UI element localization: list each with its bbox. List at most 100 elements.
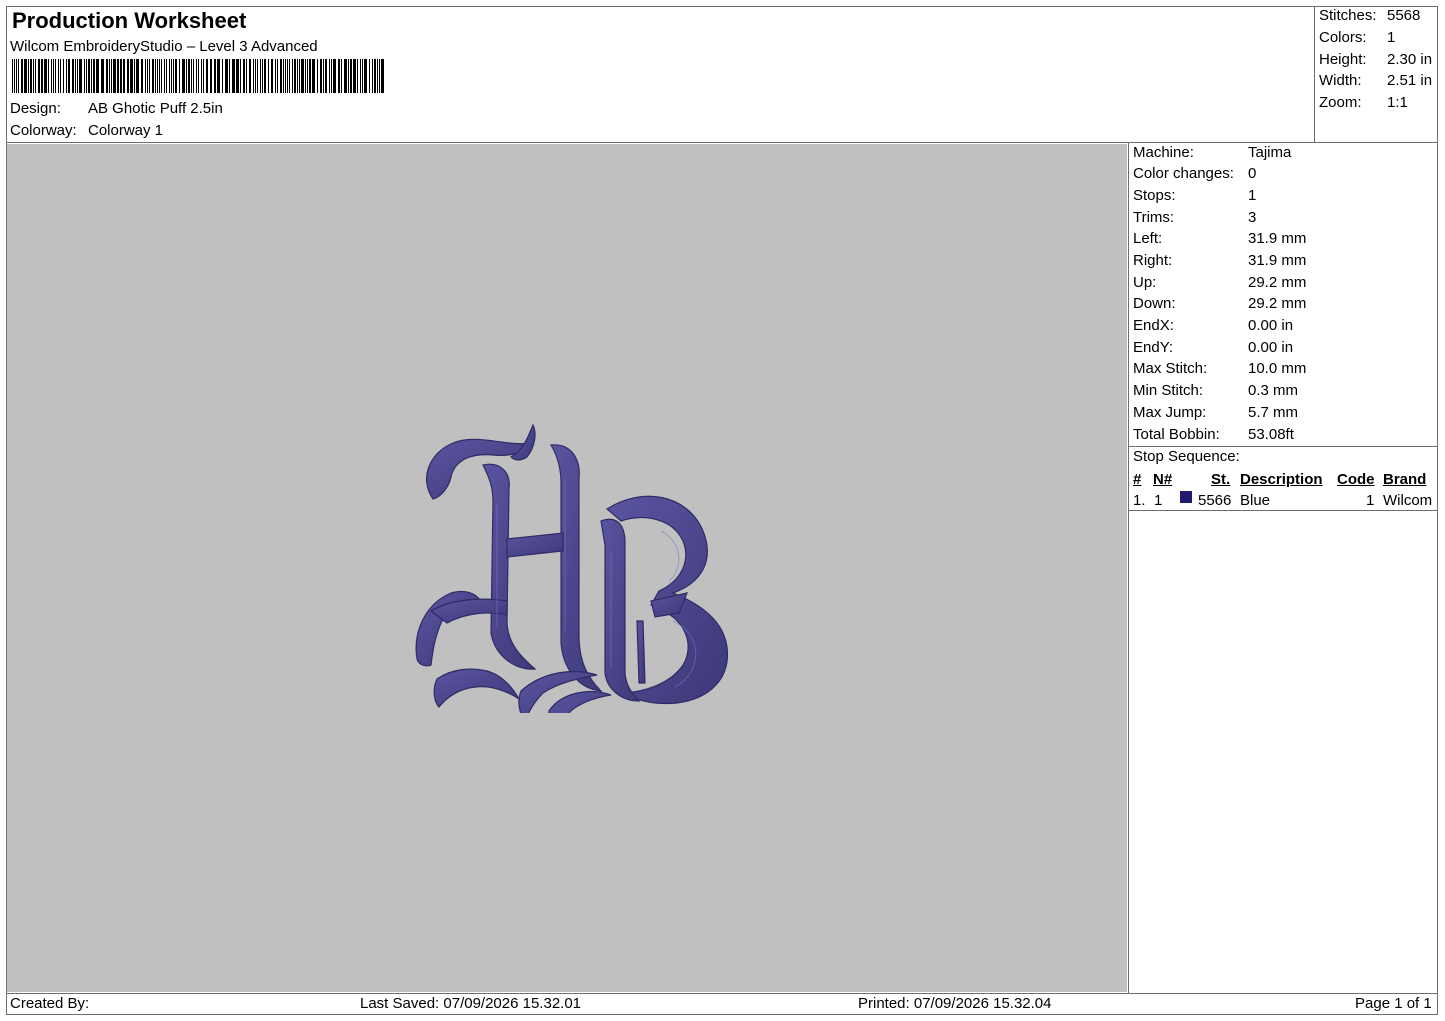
barcode-bar: [175, 59, 177, 93]
barcode-bar: [186, 59, 187, 93]
barcode-bar: [91, 59, 92, 93]
barcode-bar: [292, 59, 293, 93]
barcode-bar: [109, 59, 110, 93]
barcode-bar: [164, 59, 165, 93]
column-header-stitches: St.: [1211, 471, 1231, 488]
machine-info-label: Min Stitch:: [1133, 382, 1204, 399]
barcode-bar: [277, 59, 278, 93]
barcode-bar: [12, 59, 13, 93]
barcode-bar: [350, 59, 352, 93]
barcode-bar: [294, 59, 296, 93]
machine-info-value: 0: [1248, 165, 1257, 182]
barcode-bar: [77, 59, 78, 93]
software-name: Wilcom EmbroideryStudio – Level 3 Advanc…: [10, 38, 318, 55]
barcode-bar: [309, 59, 311, 93]
sidebar-divider: [1128, 142, 1129, 994]
column-header-brand: Brand: [1383, 471, 1427, 488]
row-index: 1.: [1133, 492, 1146, 509]
barcode-bar: [134, 59, 135, 93]
header-divider: [6, 142, 1438, 143]
barcode-bar: [171, 59, 172, 93]
barcode-bar: [364, 59, 367, 93]
barcode-bar: [257, 59, 258, 93]
barcode-bar: [246, 59, 247, 93]
barcode-bar: [225, 59, 228, 93]
barcode-bar: [101, 59, 104, 93]
machine-info-label: Total Bobbin:: [1133, 426, 1220, 443]
row-stitches: 5566: [1198, 492, 1232, 509]
barcode-bar: [58, 59, 59, 93]
letter-b-strokes: [518, 495, 729, 713]
barcode-bar: [253, 59, 254, 93]
barcode-bar: [16, 59, 17, 93]
column-header-code: Code: [1337, 471, 1375, 488]
barcode-bar: [379, 59, 380, 93]
machine-info-label: EndX:: [1133, 317, 1174, 334]
barcode-bar: [201, 59, 202, 93]
barcode-bar: [268, 59, 269, 93]
printed-date: Printed: 07/09/2026 15.32.04: [858, 995, 1052, 1012]
barcode-bar: [30, 59, 32, 93]
barcode-bar: [28, 59, 29, 93]
barcode-bar: [63, 59, 64, 93]
barcode-bar: [341, 59, 342, 93]
barcode-bar: [79, 59, 82, 93]
barcode-bar: [353, 59, 356, 93]
summary-label: Height:: [1319, 51, 1367, 68]
letter-a-strokes: [415, 423, 603, 708]
thread-color-swatch: [1180, 491, 1192, 503]
machine-info-value: 0.3 mm: [1248, 382, 1299, 399]
machine-info-value: 0.00 in: [1248, 317, 1294, 334]
last-saved: Last Saved: 07/09/2026 15.32.01: [360, 995, 582, 1012]
barcode-bar: [96, 59, 99, 93]
barcode-bar: [381, 59, 384, 93]
column-header-description: Description: [1240, 471, 1323, 488]
barcode-bar: [206, 59, 208, 93]
barcode-bar: [289, 59, 290, 93]
barcode-bar: [372, 59, 373, 93]
barcode-bar: [51, 59, 52, 93]
barcode-bar: [60, 59, 61, 93]
barcode-bar: [305, 59, 306, 93]
barcode-bar: [264, 59, 266, 93]
machine-info-value: 10.0 mm: [1248, 360, 1307, 377]
barcode-bar: [55, 59, 56, 93]
barcode-bar: [149, 59, 150, 93]
barcode-bar: [44, 59, 47, 93]
barcode-bar: [35, 59, 36, 93]
machine-info-label: Trims:: [1133, 209, 1175, 226]
barcode-bar: [214, 59, 216, 93]
barcode-bar: [320, 59, 322, 93]
machine-info-value: 31.9 mm: [1248, 252, 1307, 269]
barcode-bar: [152, 59, 154, 93]
barcode-bar: [312, 59, 315, 93]
barcode-bar: [283, 59, 284, 93]
row-brand: Wilcom: [1383, 492, 1433, 509]
barcode-bar: [301, 59, 304, 93]
stop-sequence-divider: [1128, 510, 1438, 511]
machine-info-value: 5.7 mm: [1248, 404, 1299, 421]
barcode-bar: [53, 59, 54, 93]
barcode-bar: [287, 59, 288, 93]
barcode-bar: [222, 59, 223, 93]
barcode-bar: [14, 59, 15, 93]
summary-value: 2.51 in: [1387, 72, 1433, 89]
barcode-bar: [166, 59, 167, 93]
barcode-bar: [249, 59, 251, 93]
barcode-bar: [196, 59, 197, 93]
barcode-bar: [130, 59, 133, 93]
barcode-bar: [191, 59, 192, 93]
barcode: [12, 59, 384, 93]
barcode-bar: [348, 59, 349, 93]
barcode-bar: [210, 59, 212, 93]
barcode-bar: [123, 59, 125, 93]
embroidery-monogram: [415, 423, 729, 713]
barcode-bar: [297, 59, 298, 93]
machine-info-label: Color changes:: [1133, 165, 1234, 182]
machine-info-value: Tajima: [1248, 144, 1292, 161]
page-number: Page 1 of 1: [1355, 995, 1432, 1012]
summary-value: 1:1: [1387, 94, 1408, 111]
barcode-bar: [338, 59, 340, 93]
barcode-bar: [369, 59, 370, 93]
barcode-bar: [307, 59, 308, 93]
